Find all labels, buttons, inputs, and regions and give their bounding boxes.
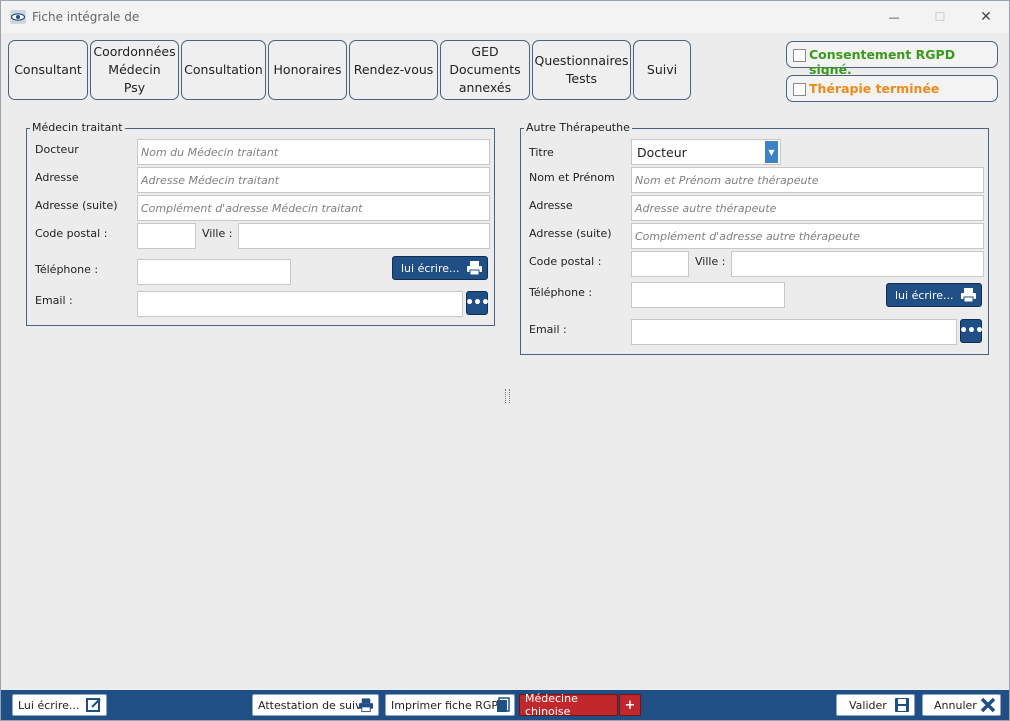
edit-icon: [86, 697, 102, 713]
checkbox-box[interactable]: [793, 83, 806, 96]
nom-prenom-label: Nom et Prénom: [529, 171, 615, 184]
maximize-button[interactable]: ☐: [917, 1, 963, 33]
titre-value: Docteur: [637, 145, 687, 160]
autre-nom-input[interactable]: Nom et Prénom autre thérapeute: [631, 167, 984, 193]
medecin-ecrire-button[interactable]: lui écrire...: [392, 256, 488, 280]
tab-label: Questionnaires Tests: [534, 53, 629, 86]
rgpd-consent-checkbox[interactable]: Consentement RGPD signé.: [786, 41, 998, 77]
medecin-email-more-button[interactable]: •••: [465, 291, 490, 315]
medecine-chinoise-label: Médecine chinoise: [525, 692, 578, 718]
document-icon: [496, 697, 510, 713]
autre-telephone-input[interactable]: [631, 282, 785, 308]
email-label: Email :: [529, 323, 567, 336]
tab-questionnaires[interactable]: Questionnaires Tests: [532, 40, 631, 100]
telephone-label: Téléphone :: [529, 286, 593, 299]
medecin-code-postal-input[interactable]: [137, 223, 196, 249]
ecrire-button-label: lui écrire...: [895, 288, 954, 302]
autre-adresse-suite-input[interactable]: Complément d'adresse autre thérapeute: [631, 223, 984, 249]
autre-ville-input[interactable]: [731, 251, 984, 277]
ville-label: Ville :: [695, 255, 726, 268]
medecin-email-input[interactable]: [137, 291, 463, 317]
tab-consultation[interactable]: Consultation: [181, 40, 266, 100]
code-postal-label: Code postal :: [35, 227, 108, 240]
autre-email-input[interactable]: [631, 319, 957, 345]
minimize-button[interactable]: —: [871, 1, 917, 33]
valider-label: Valider: [849, 698, 887, 712]
medecin-ville-input[interactable]: [238, 223, 490, 249]
close-button[interactable]: ✕: [963, 1, 1009, 33]
tab-label: Consultant: [14, 62, 82, 77]
tab-label: Honoraires: [273, 62, 342, 77]
tab-suivi[interactable]: Suivi: [633, 40, 691, 100]
medecin-traitant-legend: Médecin traitant: [30, 121, 125, 134]
tab-label: GED Documents annexés: [449, 44, 521, 95]
ecrire-button-label: lui écrire...: [401, 261, 460, 275]
printer-icon: [960, 287, 977, 303]
autre-email-more-button[interactable]: •••: [959, 319, 984, 343]
printer-icon: [466, 260, 483, 276]
autre-therapeute-legend: Autre Thérapeuthe: [524, 121, 632, 134]
more-icon: •••: [465, 295, 490, 311]
tab-honoraires[interactable]: Honoraires: [268, 40, 347, 100]
titre-label: Titre: [529, 146, 554, 159]
app-eye-icon: [10, 10, 26, 24]
adresse-suite-label: Adresse (suite): [529, 227, 612, 240]
adresse-suite-label: Adresse (suite): [35, 199, 118, 212]
medecin-adresse-suite-input[interactable]: Complément d'adresse Médecin traitant: [137, 195, 490, 221]
telephone-label: Téléphone :: [35, 263, 99, 276]
imprimer-rgpd-label: Imprimer fiche RGPD: [391, 698, 507, 712]
therapie-terminee-label: Thérapie terminée: [809, 81, 940, 96]
medecine-chinoise-button[interactable]: Médecine chinoise: [519, 692, 618, 718]
maximize-icon: ☐: [934, 10, 946, 24]
main-window: Fiche intégrale de — ☐ ✕ Consultant Coor…: [0, 0, 1010, 721]
email-label: Email :: [35, 294, 73, 307]
autre-adresse-input[interactable]: Adresse autre thérapeute: [631, 195, 984, 221]
close-icon: ✕: [980, 9, 992, 25]
close-x-icon: [980, 697, 996, 713]
tab-label: Coordonnées Médecin Psy: [93, 44, 176, 95]
tab-ged[interactable]: GED Documents annexés: [440, 40, 530, 100]
tab-consultant[interactable]: Consultant: [8, 40, 88, 100]
rgpd-consent-label: Consentement RGPD signé.: [809, 47, 956, 77]
titre-select[interactable]: Docteur ▼: [631, 139, 781, 165]
attestation-label: Attestation de suivi: [258, 698, 365, 712]
docteur-label: Docteur: [35, 143, 79, 156]
tab-label: Suivi: [646, 62, 678, 77]
title-bar: Fiche intégrale de — ☐ ✕: [1, 1, 1009, 33]
printer-icon: [358, 697, 374, 713]
window-title: Fiche intégrale de: [32, 10, 140, 24]
lui-ecrire-button[interactable]: Lui écrire...: [12, 694, 107, 716]
code-postal-label: Code postal :: [529, 255, 602, 268]
medecin-nom-input[interactable]: Nom du Médecin traitant: [137, 139, 490, 165]
save-icon: [894, 697, 910, 713]
plus-icon: +: [624, 697, 636, 713]
ville-label: Ville :: [202, 227, 233, 240]
medecin-telephone-input[interactable]: [137, 259, 291, 285]
imprimer-rgpd-button[interactable]: Imprimer fiche RGPD: [385, 694, 515, 716]
chevron-down-icon[interactable]: ▼: [765, 141, 778, 163]
autre-ecrire-button[interactable]: lui écrire...: [886, 283, 982, 307]
tab-label: Rendez-vous: [353, 62, 434, 77]
annuler-button[interactable]: Annuler: [922, 694, 1001, 716]
adresse-label: Adresse: [35, 171, 79, 184]
autre-code-postal-input[interactable]: [631, 251, 689, 277]
lui-ecrire-label: Lui écrire...: [18, 698, 80, 712]
tab-label: Consultation: [184, 62, 263, 77]
adresse-label: Adresse: [529, 199, 573, 212]
checkbox-box[interactable]: [793, 49, 806, 62]
add-medecine-button[interactable]: +: [619, 694, 641, 716]
tab-coordonnees[interactable]: Coordonnées Médecin Psy: [90, 40, 179, 100]
splitter-grip[interactable]: [505, 389, 510, 403]
therapie-terminee-checkbox[interactable]: Thérapie terminée: [786, 75, 998, 102]
minimize-icon: —: [888, 10, 900, 24]
valider-button[interactable]: Valider: [836, 694, 915, 716]
tab-rendez-vous[interactable]: Rendez-vous: [349, 40, 438, 100]
medecin-adresse-input[interactable]: Adresse Médecin traitant: [137, 167, 490, 193]
annuler-label: Annuler: [934, 698, 977, 712]
attestation-button[interactable]: Attestation de suivi: [252, 694, 379, 716]
more-icon: •••: [959, 323, 984, 339]
